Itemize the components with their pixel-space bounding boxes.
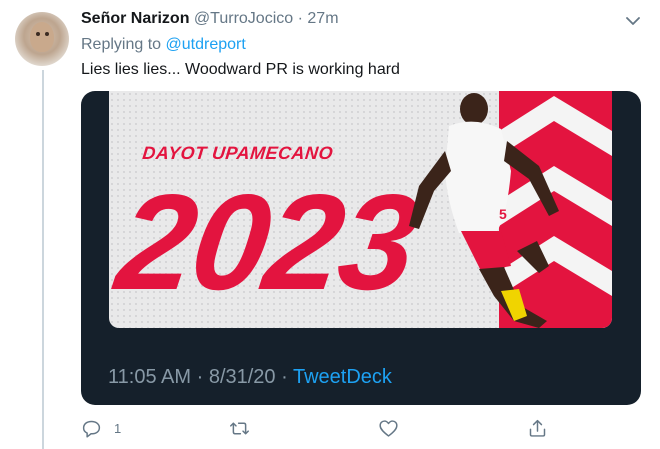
reply-icon (82, 420, 101, 438)
more-options-button[interactable] (623, 11, 643, 31)
header-separator: · (297, 10, 303, 27)
share-icon (529, 419, 546, 437)
reply-button[interactable]: 1 (81, 415, 121, 441)
card-separator-2: · (281, 366, 288, 388)
share-button[interactable] (527, 415, 548, 441)
tweet-text: Lies lies lies... Woodward PR is working… (81, 61, 400, 78)
card-date: 8/31/20 (208, 366, 276, 388)
avatar-eye-left (36, 32, 40, 36)
image-artwork: DAYOT UPAMECANO 2023 5 (109, 93, 612, 328)
user-handle[interactable]: @TurroJocico (194, 10, 293, 27)
card-source-link[interactable]: TweetDeck (293, 366, 392, 388)
like-icon (379, 419, 398, 437)
card-separator-1: · (196, 366, 204, 388)
reply-count: 1 (114, 420, 122, 436)
retweet-button[interactable] (229, 415, 262, 441)
tweet-image[interactable]: DAYOT UPAMECANO 2023 5 (109, 91, 612, 328)
quoted-tweet-card[interactable]: DAYOT UPAMECANO 2023 5 11:05 AM · 8/31/2… (81, 91, 641, 405)
tweet-header: Señor Narizon @TurroJocico · 27m (81, 10, 339, 28)
year-text: 2023 (109, 166, 426, 318)
player-name-text: DAYOT UPAMECANO (141, 143, 334, 163)
replying-to: Replying to @utdreport (81, 36, 246, 54)
jersey-number-text: 5 (499, 206, 507, 222)
replying-handle-link[interactable]: @utdreport (166, 36, 246, 53)
retweet-icon (230, 422, 249, 434)
avatar[interactable] (15, 12, 69, 66)
tweet-actions: 1 (0, 415, 660, 445)
chevron-down-icon (626, 17, 640, 25)
display-name[interactable]: Señor Narizon (81, 10, 189, 27)
card-time: 11:05 AM (108, 366, 192, 388)
timestamp[interactable]: 27m (307, 10, 338, 27)
avatar-eye-right (45, 32, 49, 36)
like-button[interactable] (378, 415, 411, 441)
card-timestamp-line: 11:05 AM · 8/31/20 · TweetDeck (108, 366, 392, 389)
thread-line (42, 70, 44, 449)
avatar-face (30, 22, 54, 52)
replying-label: Replying to (81, 36, 162, 53)
